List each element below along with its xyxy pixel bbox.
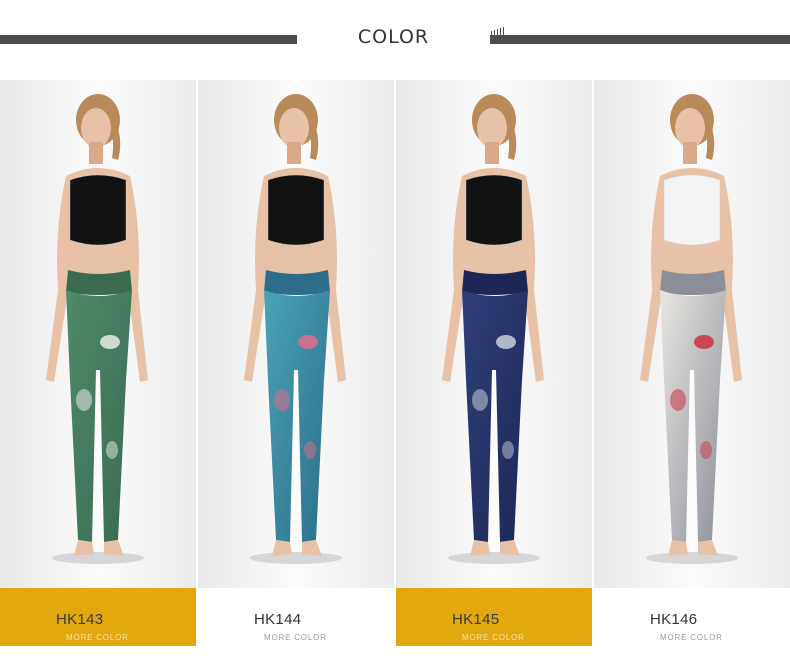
product-grid: HK143 MORE COLOR HK144 MORE COLOR HK145 … [0, 80, 790, 646]
product-card[interactable]: HK145 MORE COLOR [396, 80, 592, 646]
model-figure [0, 80, 196, 588]
more-color-link[interactable]: MORE COLOR [264, 633, 327, 642]
product-photo [0, 80, 196, 588]
more-color-link[interactable]: MORE COLOR [462, 633, 525, 642]
header-tick-marks [491, 26, 505, 35]
model-figure [594, 80, 790, 588]
header-bar-left [0, 35, 297, 44]
product-card[interactable]: HK143 MORE COLOR [0, 80, 196, 646]
product-code: HK144 [254, 611, 302, 628]
product-photo [594, 80, 790, 588]
product-label: HK146 MORE COLOR [594, 588, 790, 646]
product-code: HK146 [650, 611, 698, 628]
section-title: COLOR [357, 26, 430, 48]
product-label: HK144 MORE COLOR [198, 588, 394, 646]
product-label: HK145 MORE COLOR [396, 588, 592, 646]
product-card[interactable]: HK144 MORE COLOR [198, 80, 394, 646]
product-code: HK145 [452, 611, 500, 628]
model-figure [396, 80, 592, 588]
product-code: HK143 [56, 611, 104, 628]
header-bar-right [490, 35, 790, 44]
section-header: COLOR [0, 0, 790, 80]
product-photo [198, 80, 394, 588]
model-figure [198, 80, 394, 588]
more-color-link[interactable]: MORE COLOR [66, 633, 129, 642]
product-photo [396, 80, 592, 588]
more-color-link[interactable]: MORE COLOR [660, 633, 723, 642]
product-card[interactable]: HK146 MORE COLOR [594, 80, 790, 646]
product-label: HK143 MORE COLOR [0, 588, 196, 646]
